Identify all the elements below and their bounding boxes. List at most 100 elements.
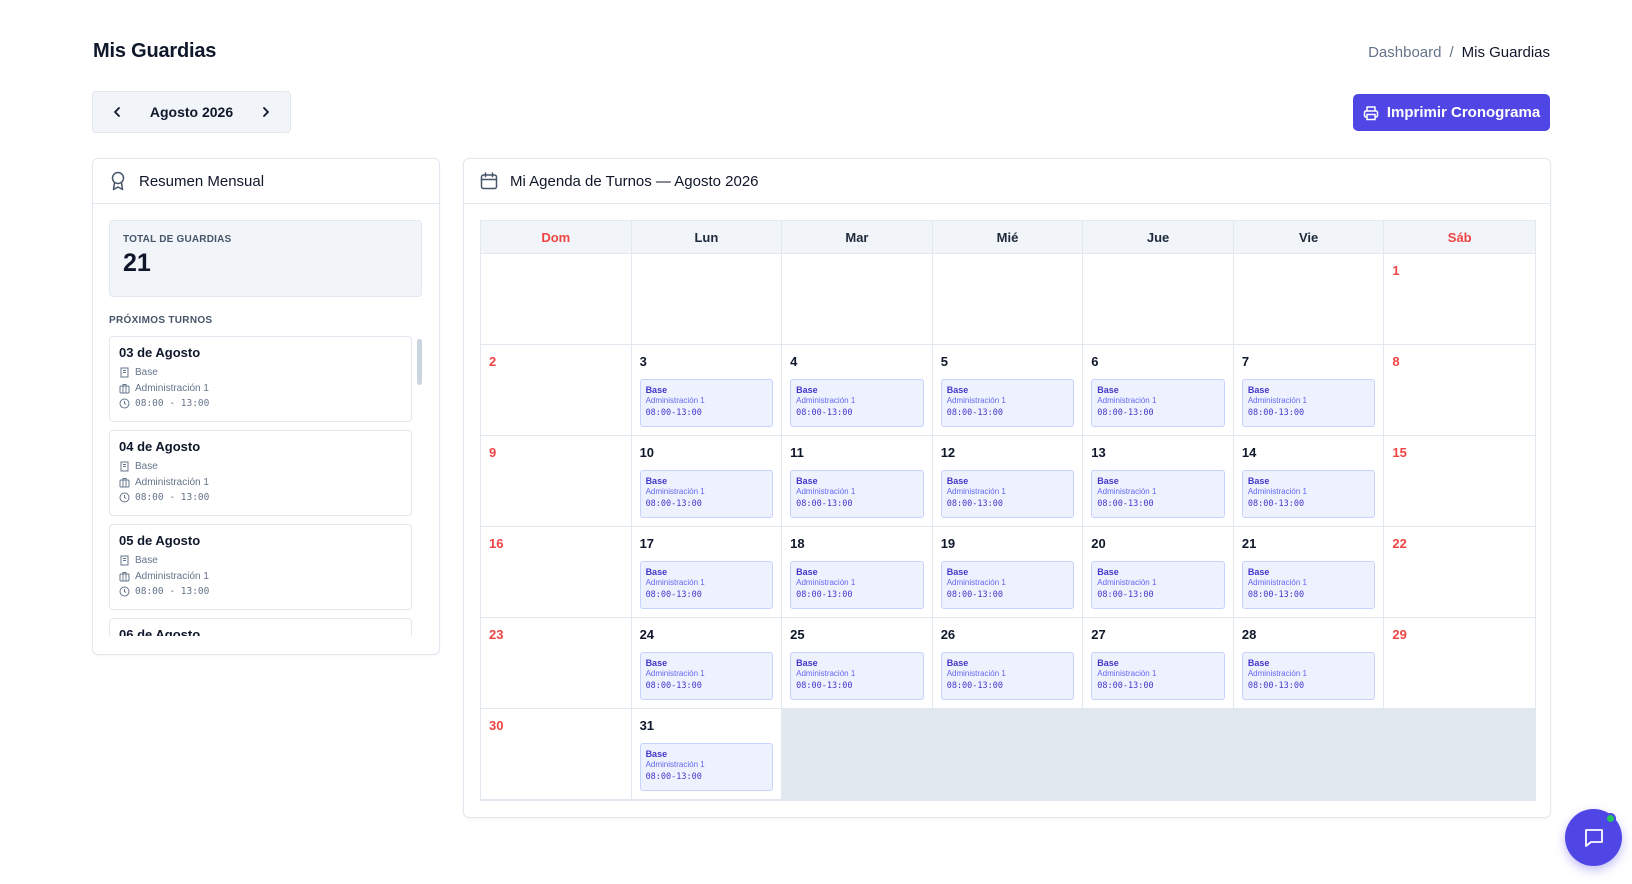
day-number: 9: [489, 445, 497, 460]
calendar-day-cell[interactable]: 5 Base Administración 1 08:00-13:00: [932, 345, 1084, 436]
upcoming-shift-item[interactable]: 06 de AgostoBaseAdministración 108:00 - …: [109, 618, 412, 636]
upcoming-shifts-title: PRÓXIMOS TURNOS: [109, 315, 213, 326]
calendar-day-cell[interactable]: 16: [481, 527, 632, 618]
event-place: Administración 1: [1247, 396, 1307, 405]
weekday-header: Sáb: [1384, 221, 1535, 254]
calendar-day-cell[interactable]: 28 Base Administración 1 08:00-13:00: [1233, 618, 1385, 709]
day-number: 31: [639, 718, 655, 733]
shift-event[interactable]: Base Administración 1 08:00-13:00: [639, 743, 774, 791]
calendar-day-cell[interactable]: 7 Base Administración 1 08:00-13:00: [1233, 345, 1385, 436]
day-number: 8: [1392, 354, 1400, 369]
shift-event[interactable]: Base Administración 1 08:00-13:00: [1241, 652, 1376, 700]
weekday-header: Vie: [1233, 221, 1385, 254]
calendar-day-cell[interactable]: 8: [1384, 345, 1535, 436]
calendar-day-cell[interactable]: 19 Base Administración 1 08:00-13:00: [932, 527, 1084, 618]
calendar-empty-cell: [1233, 254, 1385, 345]
shift-event[interactable]: Base Administración 1 08:00-13:00: [1091, 561, 1225, 609]
day-number: 23: [489, 627, 504, 642]
shift-event[interactable]: Base Administración 1 08:00-13:00: [639, 379, 774, 427]
calendar-day-cell[interactable]: 21 Base Administración 1 08:00-13:00: [1233, 527, 1385, 618]
event-time: 08:00-13:00: [1097, 408, 1154, 418]
calendar-day-cell[interactable]: 10 Base Administración 1 08:00-13:00: [631, 436, 783, 527]
total-shifts-box: TOTAL DE GUARDIAS 21: [109, 220, 422, 297]
calendar-day-cell[interactable]: 4 Base Administración 1 08:00-13:00: [782, 345, 933, 436]
event-place: Administración 1: [645, 669, 705, 678]
event-place: Administración 1: [1097, 669, 1157, 678]
event-place: Administración 1: [645, 396, 705, 405]
calendar-day-cell[interactable]: 12 Base Administración 1 08:00-13:00: [932, 436, 1084, 527]
shift-event[interactable]: Base Administración 1 08:00-13:00: [1241, 561, 1376, 609]
calendar-day-cell[interactable]: 17 Base Administración 1 08:00-13:00: [631, 527, 783, 618]
upcoming-shifts-list[interactable]: 03 de Agosto Base Administración 1 08:00 - …: [109, 336, 422, 636]
event-time: 08:00-13:00: [796, 590, 853, 600]
event-time: 08:00-13:00: [946, 590, 1003, 600]
calendar-day-cell[interactable]: 2: [481, 345, 632, 436]
day-number: 21: [1241, 536, 1257, 551]
upcoming-shift-item[interactable]: 05 de Agosto Base Administración 1 08:00 - …: [109, 524, 412, 610]
day-number: 12: [940, 445, 956, 460]
event-place: Administración 1: [1247, 487, 1307, 496]
shift-event[interactable]: Base Administración 1 08:00-13:00: [1091, 470, 1225, 518]
shift-event[interactable]: Base Administración 1 08:00-13:00: [639, 561, 774, 609]
calendar-day-cell[interactable]: 13 Base Administración 1 08:00-13:00: [1083, 436, 1234, 527]
shift-event[interactable]: Base Administración 1 08:00-13:00: [790, 561, 924, 609]
total-shifts-value: 21: [123, 249, 151, 277]
calendar-day-cell[interactable]: 25 Base Administración 1 08:00-13:00: [782, 618, 933, 709]
event-name: Base: [1097, 567, 1119, 577]
calendar-day-cell[interactable]: 31 Base Administración 1 08:00-13:00: [631, 709, 783, 800]
day-number: 24: [639, 627, 655, 642]
calendar-day-cell[interactable]: 26 Base Administración 1 08:00-13:00: [932, 618, 1084, 709]
print-schedule-button[interactable]: Imprimir Cronograma: [1353, 94, 1550, 131]
event-place: Administración 1: [796, 396, 856, 405]
shift-event[interactable]: Base Administración 1 08:00-13:00: [790, 470, 924, 518]
month-navigator: Agosto 2026: [92, 91, 291, 133]
shift-event[interactable]: Base Administración 1 08:00-13:00: [940, 379, 1075, 427]
shift-event[interactable]: Base Administración 1 08:00-13:00: [639, 652, 774, 700]
shift-agenda-card: Mi Agenda de Turnos — Agosto 2026 Dom Lun…: [463, 158, 1551, 818]
calendar-day-cell[interactable]: 27 Base Administración 1 08:00-13:00: [1083, 618, 1234, 709]
calendar-day-cell[interactable]: 23: [481, 618, 632, 709]
calendar-day-cell[interactable]: 29: [1384, 618, 1535, 709]
weekday-header: Lun: [631, 221, 783, 254]
calendar-day-cell[interactable]: 20 Base Administración 1 08:00-13:00: [1083, 527, 1234, 618]
event-name: Base: [796, 567, 818, 577]
calendar-day-cell[interactable]: 14 Base Administración 1 08:00-13:00: [1233, 436, 1385, 527]
event-place: Administración 1: [1097, 578, 1157, 587]
calendar-day-cell[interactable]: 9: [481, 436, 632, 527]
event-place: Administración 1: [1247, 669, 1307, 678]
calendar-day-cell[interactable]: 11 Base Administración 1 08:00-13:00: [782, 436, 933, 527]
shift-time: 08:00 - 13:00: [135, 492, 210, 504]
calendar-day-cell[interactable]: 3 Base Administración 1 08:00-13:00: [631, 345, 783, 436]
event-time: 08:00-13:00: [946, 499, 1003, 509]
shift-event[interactable]: Base Administración 1 08:00-13:00: [940, 470, 1075, 518]
shift-event[interactable]: Base Administración 1 08:00-13:00: [1091, 379, 1225, 427]
event-time: 08:00-13:00: [645, 681, 702, 691]
briefcase-icon: [119, 477, 130, 488]
calendar-day-cell[interactable]: 24 Base Administración 1 08:00-13:00: [631, 618, 783, 709]
calendar-day-cell[interactable]: 15: [1384, 436, 1535, 527]
calendar-day-cell[interactable]: 30: [481, 709, 632, 800]
prev-month-button[interactable]: [107, 102, 127, 122]
shift-base-row: Base: [119, 365, 402, 381]
breadcrumb-dashboard-link[interactable]: Dashboard: [1368, 44, 1441, 61]
calendar-day-cell[interactable]: 22: [1384, 527, 1535, 618]
scrollbar-thumb[interactable]: [417, 339, 422, 385]
calendar-day-cell[interactable]: 6 Base Administración 1 08:00-13:00: [1083, 345, 1234, 436]
calendar-day-cell[interactable]: 1: [1384, 254, 1535, 345]
shift-event[interactable]: Base Administración 1 08:00-13:00: [1241, 379, 1376, 427]
calendar-day-cell[interactable]: 18 Base Administración 1 08:00-13:00: [782, 527, 933, 618]
shift-event[interactable]: Base Administración 1 08:00-13:00: [1241, 470, 1376, 518]
upcoming-shift-item[interactable]: 03 de Agosto Base Administración 1 08:00 - …: [109, 336, 412, 422]
calendar-empty-cell: [481, 254, 632, 345]
upcoming-shift-item[interactable]: 04 de Agosto Base Administración 1 08:00 - …: [109, 430, 412, 516]
shift-event[interactable]: Base Administración 1 08:00-13:00: [1091, 652, 1225, 700]
shift-event[interactable]: Base Administración 1 08:00-13:00: [940, 561, 1075, 609]
shift-event[interactable]: Base Administración 1 08:00-13:00: [790, 652, 924, 700]
next-month-button[interactable]: [256, 102, 276, 122]
shift-event[interactable]: Base Administración 1 08:00-13:00: [639, 470, 774, 518]
chat-button[interactable]: [1565, 809, 1622, 866]
shift-event[interactable]: Base Administración 1 08:00-13:00: [790, 379, 924, 427]
shift-event[interactable]: Base Administración 1 08:00-13:00: [940, 652, 1075, 700]
clock-icon: [119, 492, 130, 503]
weekday-header: Mié: [932, 221, 1084, 254]
